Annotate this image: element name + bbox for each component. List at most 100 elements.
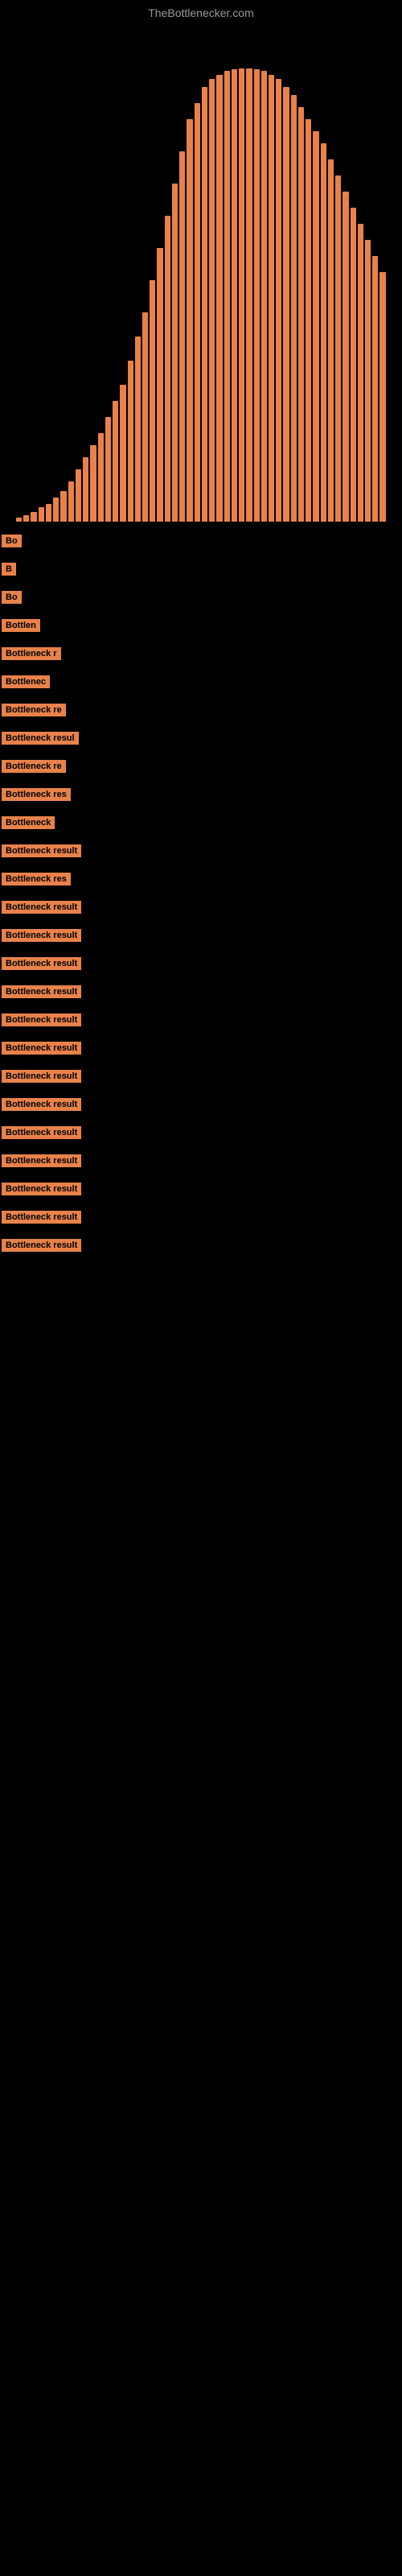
site-title: TheBottlenecker.com xyxy=(0,0,402,23)
bar-item xyxy=(372,256,378,522)
bar-item xyxy=(179,151,185,522)
bottleneck-result-label: Bottleneck result xyxy=(2,985,81,998)
bottleneck-result-label: Bottleneck result xyxy=(2,1070,81,1083)
bottleneck-result-label: Bottleneck resul xyxy=(2,732,79,745)
result-item: Bottleneck result xyxy=(0,924,402,951)
bar-item xyxy=(142,312,148,522)
bar-item xyxy=(269,75,274,522)
bar-item xyxy=(291,95,297,522)
bar-item xyxy=(202,87,207,522)
bar-item xyxy=(98,433,104,522)
result-item: Bottleneck result xyxy=(0,1150,402,1176)
bar-item xyxy=(358,224,363,522)
bar-item xyxy=(31,512,36,522)
bar-item xyxy=(232,69,237,522)
result-item: Bo xyxy=(0,586,402,613)
bar-item xyxy=(76,469,81,522)
bar-item xyxy=(150,280,155,522)
result-item: Bottleneck resul xyxy=(0,727,402,753)
bottleneck-result-label: Bottleneck result xyxy=(2,1013,81,1026)
bar-item xyxy=(224,71,230,522)
bar-item xyxy=(172,184,178,522)
bottleneck-result-label: Bo xyxy=(2,591,22,604)
bar-item xyxy=(216,75,222,522)
result-item: Bottleneck result xyxy=(0,952,402,979)
result-item: Bottleneck result xyxy=(0,1065,402,1092)
bar-item xyxy=(195,103,200,522)
bar-item xyxy=(313,131,318,522)
bottleneck-result-label: Bottleneck result xyxy=(2,1126,81,1139)
bar-item xyxy=(39,507,44,522)
bottleneck-result-label: Bottleneck result xyxy=(2,929,81,942)
bar-item xyxy=(120,385,125,522)
bar-item xyxy=(23,515,29,522)
result-item: Bottleneck re xyxy=(0,699,402,725)
bar-item xyxy=(128,361,133,522)
bottleneck-result-label: Bottleneck res xyxy=(2,788,71,801)
bar-item xyxy=(239,68,244,522)
bar-item xyxy=(365,240,371,522)
result-item: Bottleneck result xyxy=(0,840,402,866)
bar-item xyxy=(246,68,252,522)
bar-item xyxy=(60,491,66,522)
bottleneck-result-label: Bottleneck result xyxy=(2,901,81,914)
bar-item xyxy=(165,216,170,522)
result-item: Bottleneck result xyxy=(0,1037,402,1063)
bottleneck-result-label: Bottleneck result xyxy=(2,957,81,970)
bar-item xyxy=(343,192,348,522)
bottleneck-result-label: Bo xyxy=(2,535,22,547)
bar-item xyxy=(105,417,111,522)
bar-item xyxy=(135,336,141,522)
bar-item xyxy=(46,504,51,522)
bar-item xyxy=(209,79,215,522)
bottleneck-result-label: Bottleneck r xyxy=(2,647,61,660)
result-item: Bottleneck result xyxy=(0,1234,402,1261)
bottleneck-result-label: Bottleneck result xyxy=(2,844,81,857)
bar-item xyxy=(157,248,162,522)
results-container: Bo B Bo Bottlen Bottleneck r Bottlenec Bottlen… xyxy=(0,522,402,1270)
result-item: Bottleneck result xyxy=(0,896,402,923)
bottleneck-result-label: Bottleneck re xyxy=(2,760,66,773)
result-item: Bottleneck result xyxy=(0,1178,402,1204)
bar-chart xyxy=(0,55,402,522)
bottleneck-result-label: Bottleneck res xyxy=(2,873,71,886)
chart-area xyxy=(0,23,402,522)
result-item: Bottleneck res xyxy=(0,783,402,810)
bar-item xyxy=(90,445,96,522)
result-item: Bottleneck result xyxy=(0,1009,402,1035)
bottleneck-result-label: Bottleneck result xyxy=(2,1183,81,1195)
bar-item xyxy=(276,79,281,522)
bar-item xyxy=(283,87,289,522)
bottleneck-result-label: Bottlen xyxy=(2,619,40,632)
result-item: Bottleneck re xyxy=(0,755,402,782)
bar-item xyxy=(335,175,341,522)
result-item: Bottlenec xyxy=(0,671,402,697)
result-item: Bottleneck result xyxy=(0,1206,402,1232)
result-item: Bottleneck result xyxy=(0,1121,402,1148)
bottleneck-result-label: Bottleneck re xyxy=(2,704,66,716)
bottleneck-result-label: Bottleneck result xyxy=(2,1042,81,1055)
result-item: Bottleneck result xyxy=(0,1093,402,1120)
bar-item xyxy=(53,497,59,522)
bottleneck-result-label: Bottleneck result xyxy=(2,1239,81,1252)
result-item: Bo xyxy=(0,530,402,556)
bar-item xyxy=(16,518,22,522)
bar-item xyxy=(254,69,260,522)
result-item: Bottleneck xyxy=(0,811,402,838)
bar-item xyxy=(379,272,385,522)
result-item: Bottleneck res xyxy=(0,868,402,894)
bottleneck-result-label: Bottleneck xyxy=(2,816,55,829)
bar-item xyxy=(261,71,267,522)
bar-item xyxy=(113,401,118,522)
bottleneck-result-label: B xyxy=(2,563,16,576)
result-item: Bottlen xyxy=(0,614,402,641)
bottleneck-result-label: Bottlenec xyxy=(2,675,50,688)
bar-item xyxy=(298,107,304,522)
bar-item xyxy=(306,119,311,522)
bar-item xyxy=(328,159,334,522)
result-item: B xyxy=(0,558,402,584)
bottleneck-result-label: Bottleneck result xyxy=(2,1211,81,1224)
bottleneck-result-label: Bottleneck result xyxy=(2,1098,81,1111)
bar-item xyxy=(83,457,88,522)
bar-item xyxy=(351,208,356,522)
